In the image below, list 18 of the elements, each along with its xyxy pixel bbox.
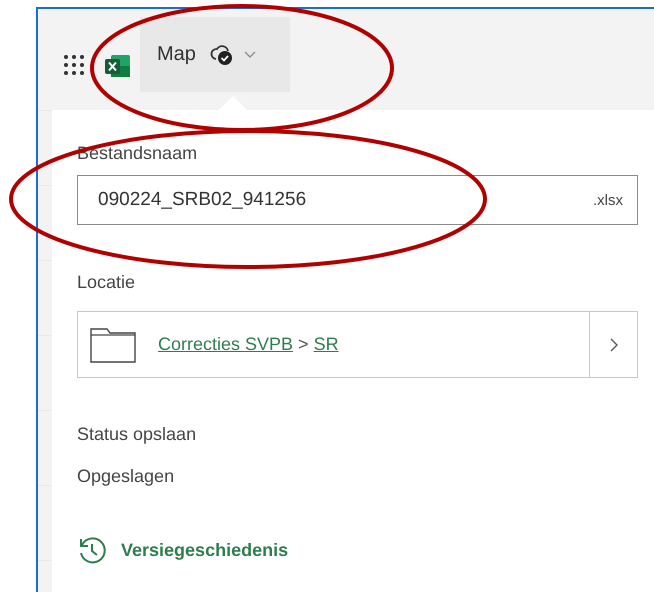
- spreadsheet-app-icon: [105, 54, 131, 78]
- app-launcher-icon[interactable]: [63, 54, 85, 76]
- file-extension: .xlsx: [593, 192, 623, 208]
- folder-link[interactable]: SR: [314, 334, 339, 355]
- file-title-button[interactable]: Map: [140, 17, 290, 92]
- chevron-down-icon: [244, 50, 256, 58]
- status-label: Status opslaan: [77, 423, 196, 445]
- chevron-right-icon: [610, 338, 618, 352]
- folder-icon: [90, 326, 136, 362]
- status-value: Opgeslagen: [77, 466, 176, 487]
- path-separator: >: [298, 334, 309, 355]
- field-label: Locatie: [77, 271, 136, 293]
- version-history-link[interactable]: Versiegeschiedenis: [77, 535, 288, 565]
- cloud-check-icon: [210, 44, 234, 66]
- field-label: Bestandsnaam: [77, 142, 198, 164]
- history-icon: [77, 535, 107, 565]
- filename-field[interactable]: 090224_SRB02_941256 .xlsx: [77, 175, 638, 225]
- folder-link[interactable]: Correcties SVPB: [158, 334, 294, 355]
